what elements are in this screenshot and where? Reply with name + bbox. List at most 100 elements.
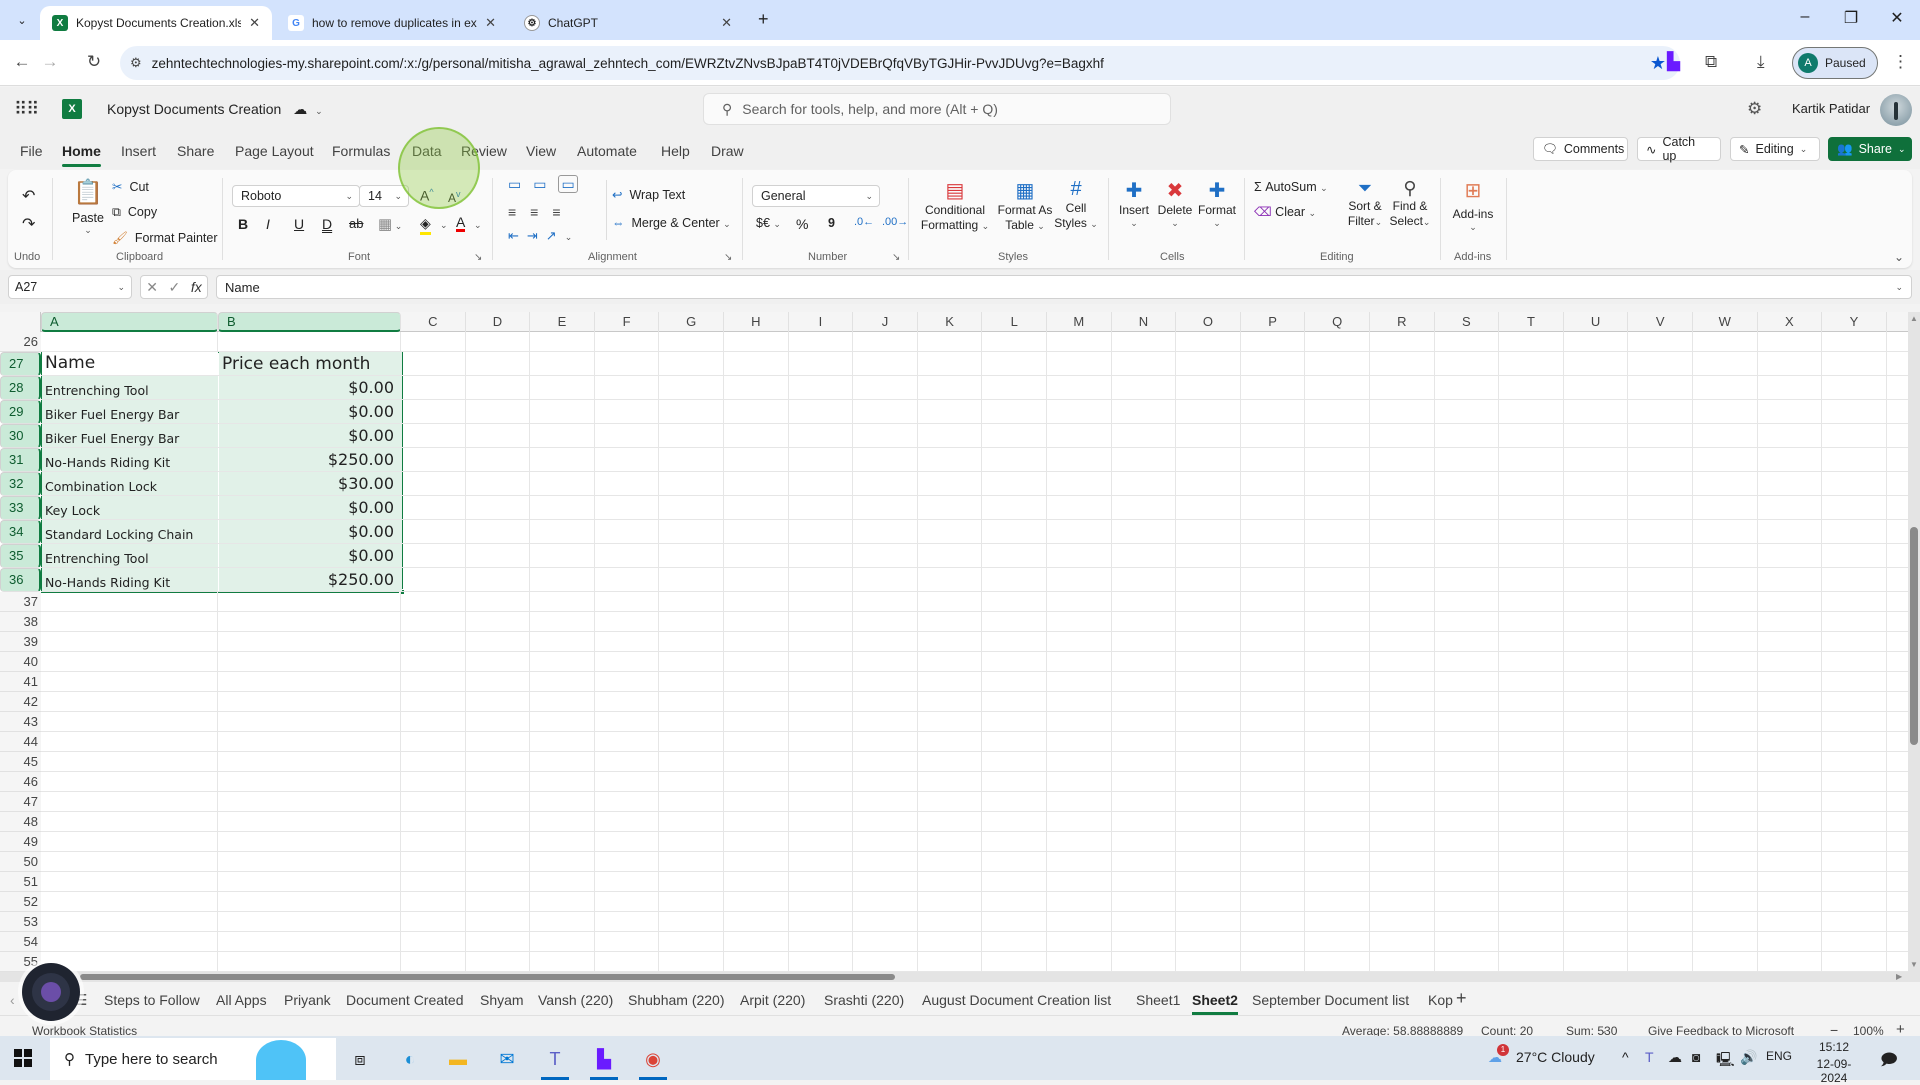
table-cell-price[interactable]: $0.00 [219,376,402,399]
formula-input[interactable]: Name ⌄ [216,275,1912,299]
column-header-a[interactable]: A [41,312,218,332]
table-cell-name[interactable]: Combination Lock [42,472,218,495]
document-title[interactable]: Kopyst Documents Creation ☁ ⌄ [107,101,323,118]
sheet-tab-all-apps[interactable]: All Apps [216,992,267,1008]
column-header-v[interactable]: V [1628,312,1693,332]
decrease-decimal-icon[interactable]: .00→ [882,216,908,228]
row-header-47[interactable]: 47 [0,792,41,812]
weather-text[interactable]: 27°C Cloudy [1516,1049,1595,1065]
table-cell-name[interactable]: No-Hands Riding Kit [42,448,218,471]
address-bar[interactable]: ⚙ zehntechtechnologies-my.sharepoint.com… [120,46,1680,80]
catch-up-button[interactable]: ∿ Catch up [1637,135,1721,163]
sheet-tab-arpit-220[interactable]: Arpit (220) [740,992,805,1008]
row-header-49[interactable]: 49 [0,832,41,852]
row-header-32[interactable]: 32 [0,472,41,496]
merge-center-button[interactable]: ⇔ Merge & Center ⌄ [612,216,731,230]
italic-button[interactable]: I [266,216,270,232]
column-header-c[interactable]: C [401,312,466,332]
search-input[interactable]: ⚲ Search for tools, help, and more (Alt … [703,93,1171,125]
row-header-36[interactable]: 36 [0,568,41,592]
tab-page-layout[interactable]: Page Layout [235,143,314,159]
row-header-45[interactable]: 45 [0,752,41,772]
row-header-53[interactable]: 53 [0,912,41,932]
status-options-chevron-icon[interactable]: ⌄ [1600,1025,1608,1036]
increase-decimal-icon[interactable]: .0← [854,216,874,228]
delete-cells-button[interactable]: ✖ Delete ⌄ [1154,178,1196,229]
clock[interactable]: 15:12 12-09-2024 [1806,1040,1862,1085]
row-header-46[interactable]: 46 [0,772,41,792]
row-header-38[interactable]: 38 [0,612,41,632]
comments-button[interactable]: 🗨 Comments [1533,137,1628,161]
percent-format-button[interactable]: % [796,216,808,232]
tab-formulas[interactable]: Formulas [332,143,390,159]
scroll-right-icon[interactable]: ▶ [1896,972,1902,981]
column-header-u[interactable]: U [1564,312,1629,332]
column-header-i[interactable]: I [789,312,854,332]
app-icon[interactable]: ▙ [587,1044,621,1080]
table-cell-name[interactable]: Biker Fuel Energy Bar [42,400,218,423]
column-header-d[interactable]: D [466,312,531,332]
sheet-tab-vansh-220[interactable]: Vansh (220) [538,992,613,1008]
double-underline-button[interactable]: D [322,216,332,232]
column-header-y[interactable]: Y [1822,312,1887,332]
scroll-tabs-left-icon[interactable]: ‹ [10,992,15,1008]
settings-gear-icon[interactable]: ⚙ [1747,99,1762,119]
tab-help[interactable]: Help [661,143,690,159]
format-cells-button[interactable]: ✚ Format ⌄ [1196,178,1238,229]
reload-icon[interactable]: ↻ [82,52,106,72]
sheet-tab-august-document-creation-list[interactable]: August Document Creation list [922,992,1111,1008]
table-cell-name[interactable]: No-Hands Riding Kit [42,568,218,591]
cut-button[interactable]: ✂ Cut [112,179,149,194]
extensions-puzzle-icon[interactable]: ⧉ [1705,52,1717,72]
format-as-table-button[interactable]: ▦ Format As Table ⌄ [996,178,1054,234]
table-cell-name[interactable]: Key Lock [42,496,218,519]
sheet-tab-sheet1[interactable]: Sheet1 [1136,992,1180,1008]
tab-data[interactable]: Data [412,143,442,159]
restore-button[interactable]: ❐ [1828,8,1874,28]
tab-file[interactable]: File [20,143,43,159]
table-cell-price[interactable]: $0.00 [219,400,402,423]
column-header-m[interactable]: M [1047,312,1112,332]
teams-icon[interactable]: T [538,1044,572,1080]
row-header-34[interactable]: 34 [0,520,41,544]
network-icon[interactable]: 🖳 [1716,1049,1735,1073]
table-header-price[interactable]: Price each month [219,352,402,375]
format-painter-button[interactable]: 🖌 Format Painter [112,231,218,246]
column-header-z[interactable]: Z [1887,312,1910,332]
borders-icon[interactable]: ▦ ⌄ [378,215,402,233]
sheet-tab-sheet2[interactable]: Sheet2 [1192,992,1238,1015]
indent-icons[interactable]: ⇤⇥↗⌄ [508,228,580,244]
horizontal-scrollbar[interactable]: ▶ [0,972,1920,982]
horizontal-scroll-thumb[interactable] [80,974,895,980]
dialog-launcher-icon[interactable]: ↘ [724,252,732,263]
sheet-tab-kop[interactable]: Kop [1428,992,1453,1008]
table-cell-name[interactable]: Entrenching Tool [42,544,218,567]
chrome-icon[interactable]: ◉ [636,1044,670,1080]
tab-draw[interactable]: Draw [711,143,744,159]
cell-styles-button[interactable]: # Cell Styles ⌄ [1054,178,1098,232]
font-size-select[interactable]: 14 ⌄ [359,185,409,207]
dialog-launcher-icon[interactable]: ↘ [474,252,482,263]
screen-recorder-bubble[interactable] [22,963,80,1021]
close-tab-icon[interactable]: ✕ [485,15,496,31]
column-header-o[interactable]: O [1176,312,1241,332]
column-header-n[interactable]: N [1112,312,1177,332]
row-header-26[interactable]: 26 [0,332,41,352]
table-cell-price[interactable]: $0.00 [219,496,402,519]
sheet-tab-september-document-list[interactable]: September Document list [1252,992,1409,1008]
camera-icon[interactable]: ◙ [1692,1049,1700,1065]
close-window-button[interactable]: ✕ [1874,8,1920,28]
table-cell-price[interactable]: $0.00 [219,520,402,543]
bookmark-star-icon[interactable]: ★ [1650,53,1666,74]
teams-tray-icon[interactable]: T [1645,1049,1654,1065]
fill-color-icon[interactable]: ◈ [420,215,431,235]
check-icon[interactable]: ✓ [169,279,181,296]
autosum-button[interactable]: Σ AutoSum ⌄ [1254,180,1328,194]
sheet-tab-shyam[interactable]: Shyam [480,992,524,1008]
vertical-scrollbar[interactable]: ▲ ▼ [1908,312,1920,972]
currency-format-button[interactable]: $€ ⌄ [756,216,781,230]
tab-insert[interactable]: Insert [121,143,156,159]
scroll-up-icon[interactable]: ▲ [1910,314,1918,323]
strikethrough-button[interactable]: ab [349,216,363,231]
mail-icon[interactable]: ✉ [490,1044,524,1074]
